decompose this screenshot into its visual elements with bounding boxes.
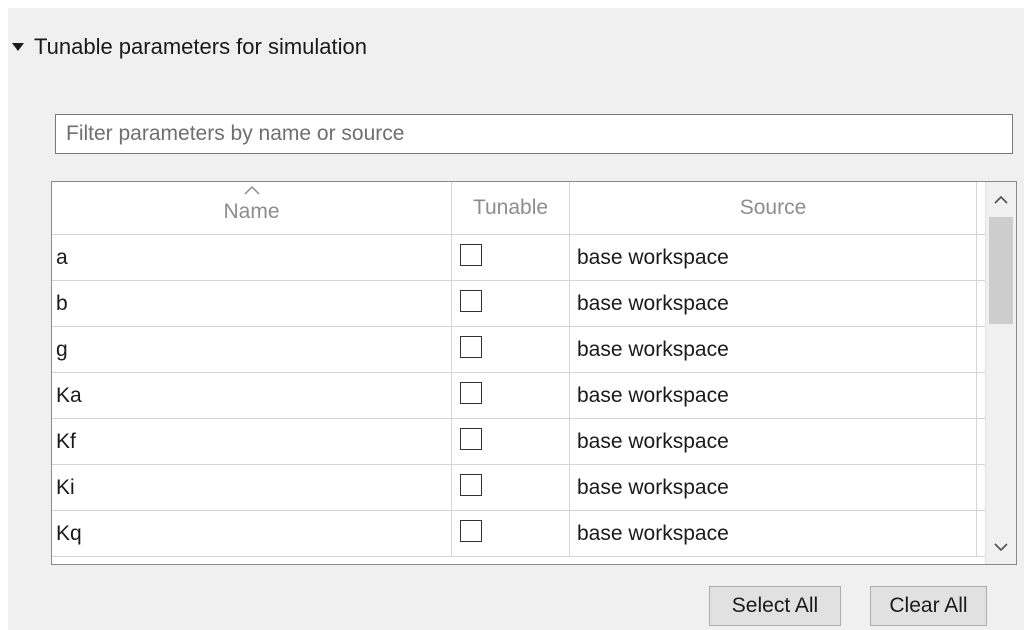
table-row[interactable]: Ka base workspace: [52, 373, 985, 419]
tunable-checkbox[interactable]: [460, 244, 482, 266]
tunable-checkbox[interactable]: [460, 474, 482, 496]
column-header-tunable-label: Tunable: [472, 196, 549, 219]
cell-tunable: [452, 281, 570, 326]
table-row[interactable]: Kf base workspace: [52, 419, 985, 465]
cell-source: base workspace: [570, 511, 977, 556]
section-title: Tunable parameters for simulation: [34, 34, 368, 59]
cell-source: base workspace: [570, 373, 977, 418]
cell-source: base workspace: [570, 235, 977, 280]
cell-source: base workspace: [570, 419, 977, 464]
column-header-name-label: Name: [223, 200, 280, 223]
table-row[interactable]: b base workspace: [52, 281, 985, 327]
scrollbar-thumb[interactable]: [989, 217, 1013, 324]
cell-name: g: [52, 327, 452, 372]
table-header: Name Tunable Source: [52, 182, 985, 235]
cell-source: base workspace: [570, 281, 977, 326]
tunable-checkbox[interactable]: [460, 290, 482, 312]
cell-tunable: [452, 235, 570, 280]
cell-tunable: [452, 373, 570, 418]
cell-tunable: [452, 327, 570, 372]
cell-name: Ki: [52, 465, 452, 510]
column-header-name[interactable]: Name: [52, 182, 452, 234]
cell-name: b: [52, 281, 452, 326]
cell-tunable: [452, 465, 570, 510]
vertical-scrollbar[interactable]: [985, 182, 1016, 564]
cell-tunable: [452, 419, 570, 464]
chevron-up-icon: [994, 195, 1008, 204]
cell-source: base workspace: [570, 327, 977, 372]
table-row[interactable]: a base workspace: [52, 235, 985, 281]
cell-name: Kq: [52, 511, 452, 556]
tunable-checkbox[interactable]: [460, 336, 482, 358]
column-header-source-label: Source: [739, 196, 807, 219]
clear-all-button[interactable]: Clear All: [870, 586, 987, 626]
column-header-tunable[interactable]: Tunable: [452, 182, 570, 234]
table-row[interactable]: Ki base workspace: [52, 465, 985, 511]
tunable-checkbox[interactable]: [460, 520, 482, 542]
sort-ascending-icon: [243, 185, 260, 195]
cell-name: Kf: [52, 419, 452, 464]
chevron-down-icon: [994, 542, 1008, 551]
cell-name: a: [52, 235, 452, 280]
cell-source: base workspace: [570, 465, 977, 510]
cell-tunable: [452, 511, 570, 556]
cell-name: Ka: [52, 373, 452, 418]
tunable-checkbox[interactable]: [460, 382, 482, 404]
parameters-table: Name Tunable Source a base workspace b b…: [51, 181, 1017, 565]
column-header-source[interactable]: Source: [570, 182, 977, 234]
tunable-checkbox[interactable]: [460, 428, 482, 450]
tunable-parameters-panel: Tunable parameters for simulation Name T…: [8, 8, 1024, 630]
expand-triangle-icon[interactable]: [12, 43, 24, 51]
scroll-down-button[interactable]: [986, 530, 1016, 564]
table-row[interactable]: Kq base workspace: [52, 511, 985, 557]
scroll-up-button[interactable]: [986, 182, 1016, 216]
table-body: a base workspace b base workspace g base…: [52, 235, 985, 557]
select-all-button[interactable]: Select All: [709, 586, 841, 626]
table-row[interactable]: g base workspace: [52, 327, 985, 373]
section-header[interactable]: Tunable parameters for simulation: [8, 30, 367, 64]
filter-input[interactable]: [55, 114, 1013, 154]
